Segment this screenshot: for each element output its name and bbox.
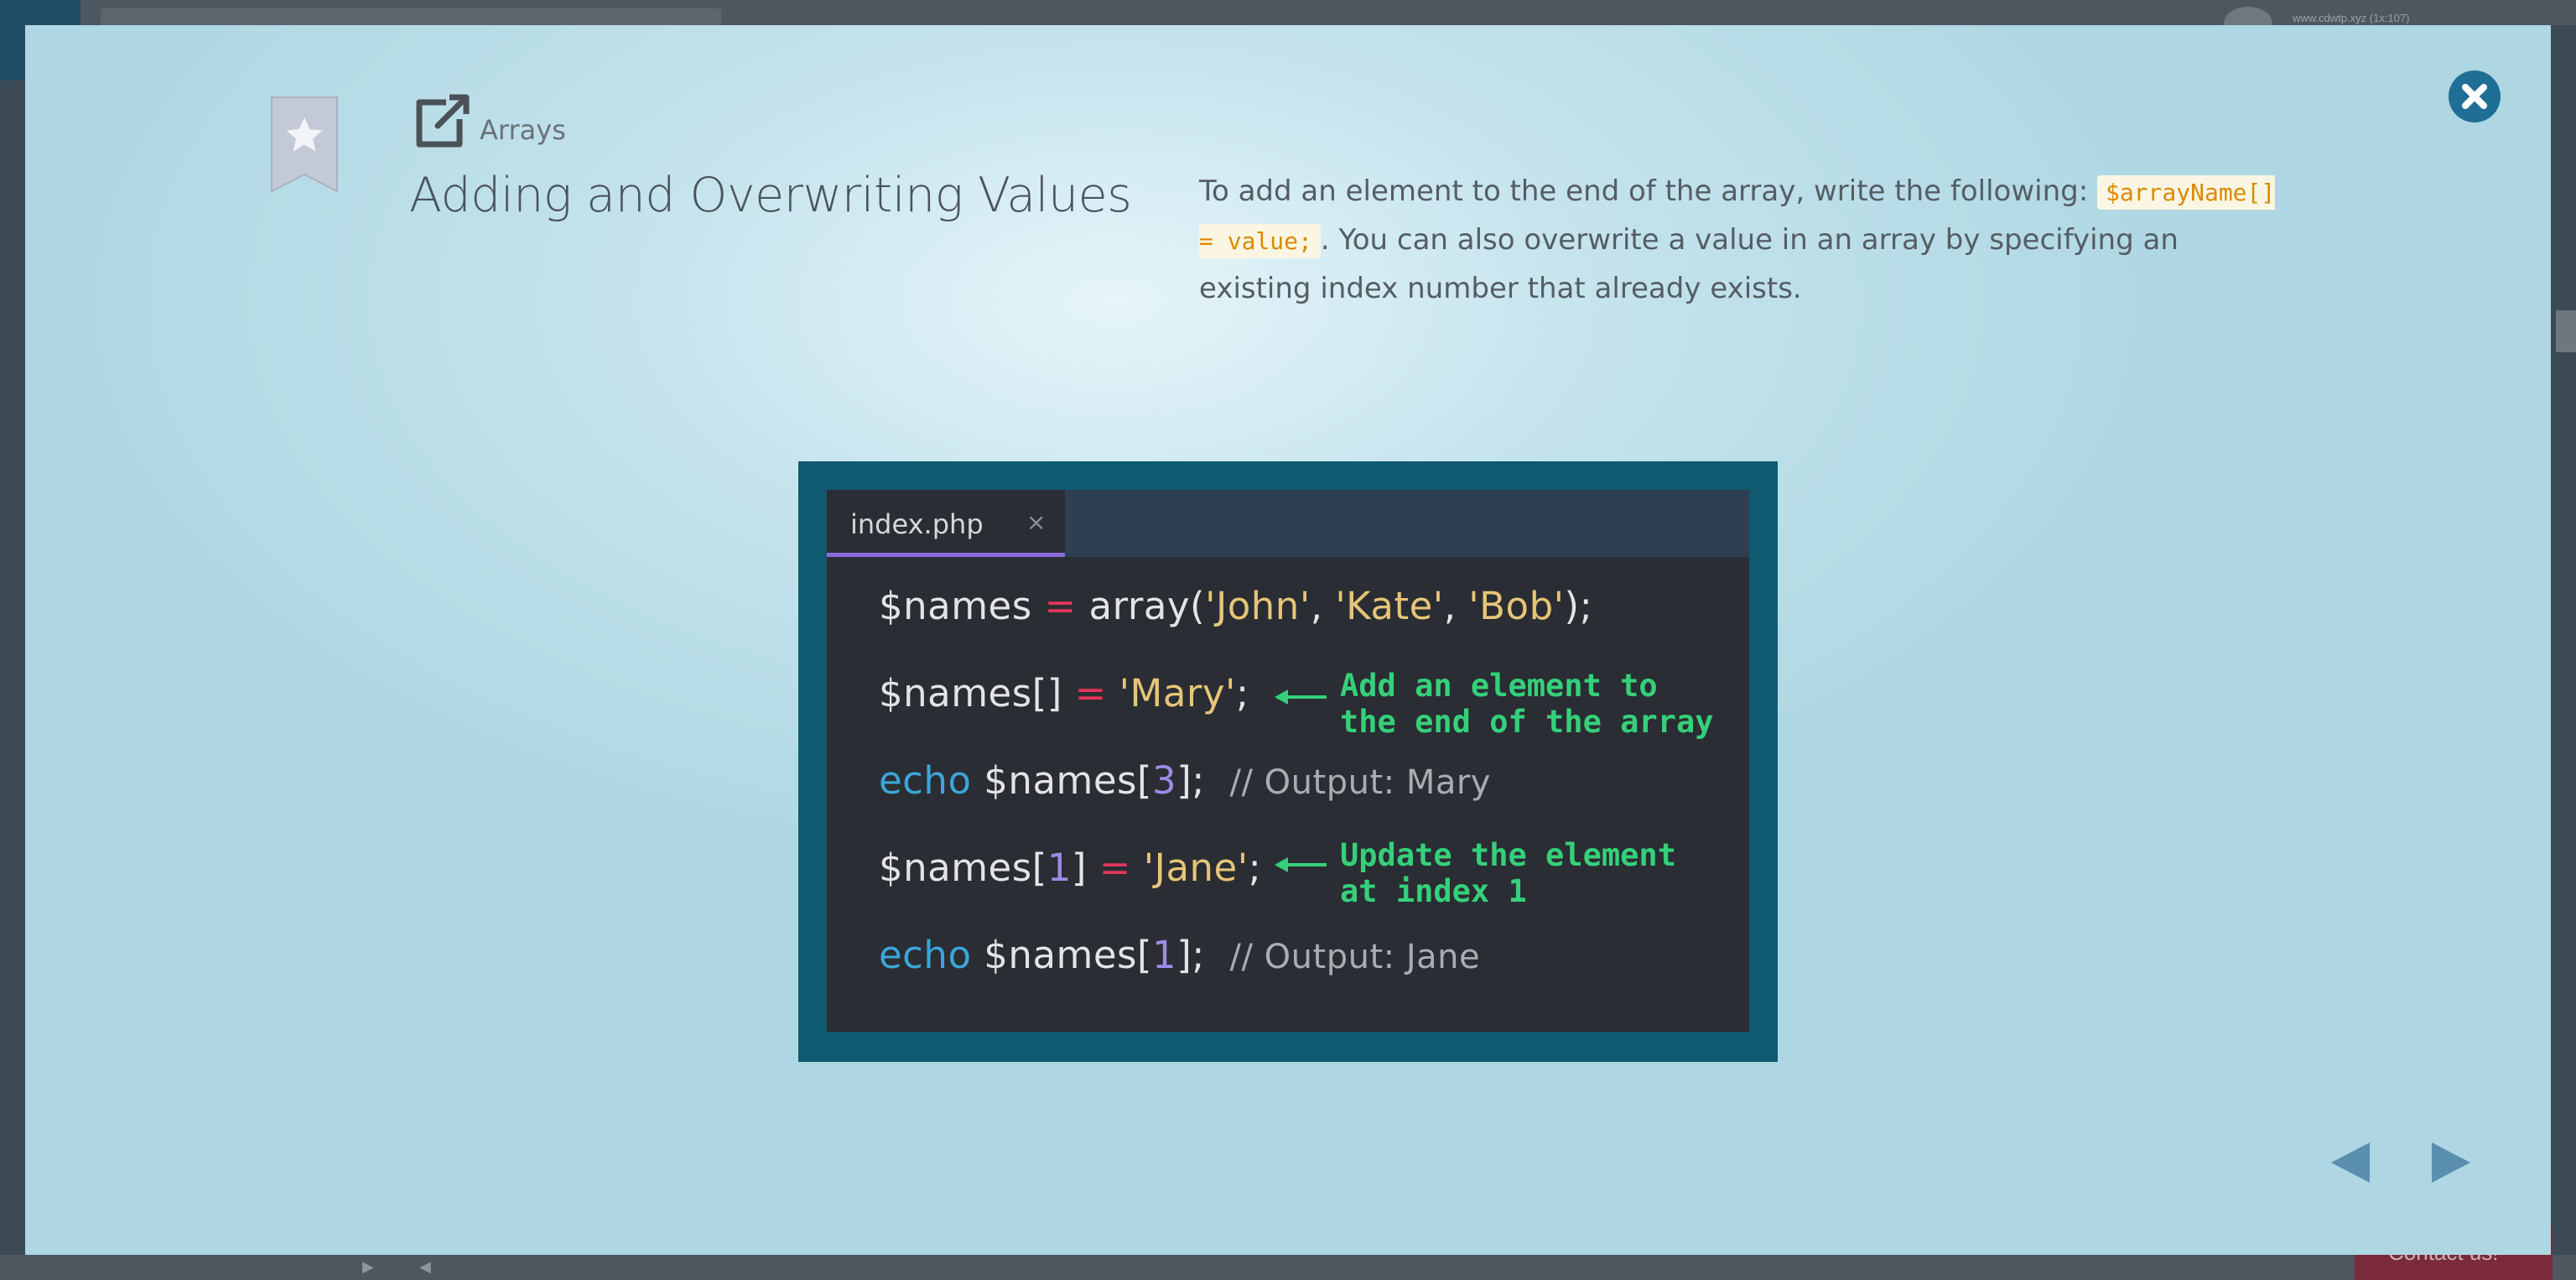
annotation-add-element: Add an element to the end of the array: [1340, 668, 1714, 740]
code-line-3: echo $names[3]; // Output: Mary: [879, 758, 1491, 803]
close-icon: [2462, 84, 2487, 109]
code-line-4: $names[1] = 'Jane';: [879, 846, 1262, 890]
editor-tab-label: index.php: [850, 508, 984, 540]
background-url-text: www.cdwtp.xyz (1x:107): [2293, 12, 2410, 24]
description-text-end: . You can also overwrite a value in an a…: [1199, 223, 2179, 305]
background-scroll-left-icon: ◀: [419, 1258, 431, 1275]
editor-tab-index-php: index.php ×: [827, 490, 1065, 557]
lesson-modal: Arrays Adding and Overwriting Values To …: [25, 25, 2551, 1255]
close-button[interactable]: [2449, 70, 2501, 122]
description-text-start: To add an element to the end of the arra…: [1199, 174, 2097, 208]
lesson-category: Arrays: [480, 114, 566, 146]
annotation-arrow-1: [1275, 689, 1327, 705]
tab-close-icon: ×: [1026, 508, 1046, 536]
external-link-icon[interactable]: [413, 92, 471, 151]
code-example-image: index.php × $names = array('John', 'Kate…: [798, 461, 1778, 1062]
background-scroll-right-icon: ▶: [362, 1258, 374, 1275]
code-editor: index.php × $names = array('John', 'Kate…: [827, 490, 1749, 1032]
code-line-1: $names = array('John', 'Kate', 'Bob');: [879, 584, 1593, 628]
editor-tab-bar: index.php ×: [827, 490, 1749, 557]
code-line-5: echo $names[1]; // Output: Jane: [879, 933, 1481, 977]
background-scrollbar-thumb: [2556, 310, 2576, 352]
annotation-arrow-2: [1275, 857, 1327, 872]
bookmark-star-icon[interactable]: [268, 96, 340, 195]
annotation-update-element: Update the element at index 1: [1340, 837, 1676, 909]
lesson-title: Adding and Overwriting Values: [409, 168, 1132, 223]
lesson-description: To add an element to the end of the arra…: [1199, 168, 2289, 312]
prev-arrow-icon[interactable]: [2328, 1139, 2373, 1186]
code-line-2: $names[] = 'Mary';: [879, 671, 1249, 715]
next-arrow-icon[interactable]: [2428, 1139, 2474, 1186]
background-bottom-bar: [0, 1255, 2576, 1280]
